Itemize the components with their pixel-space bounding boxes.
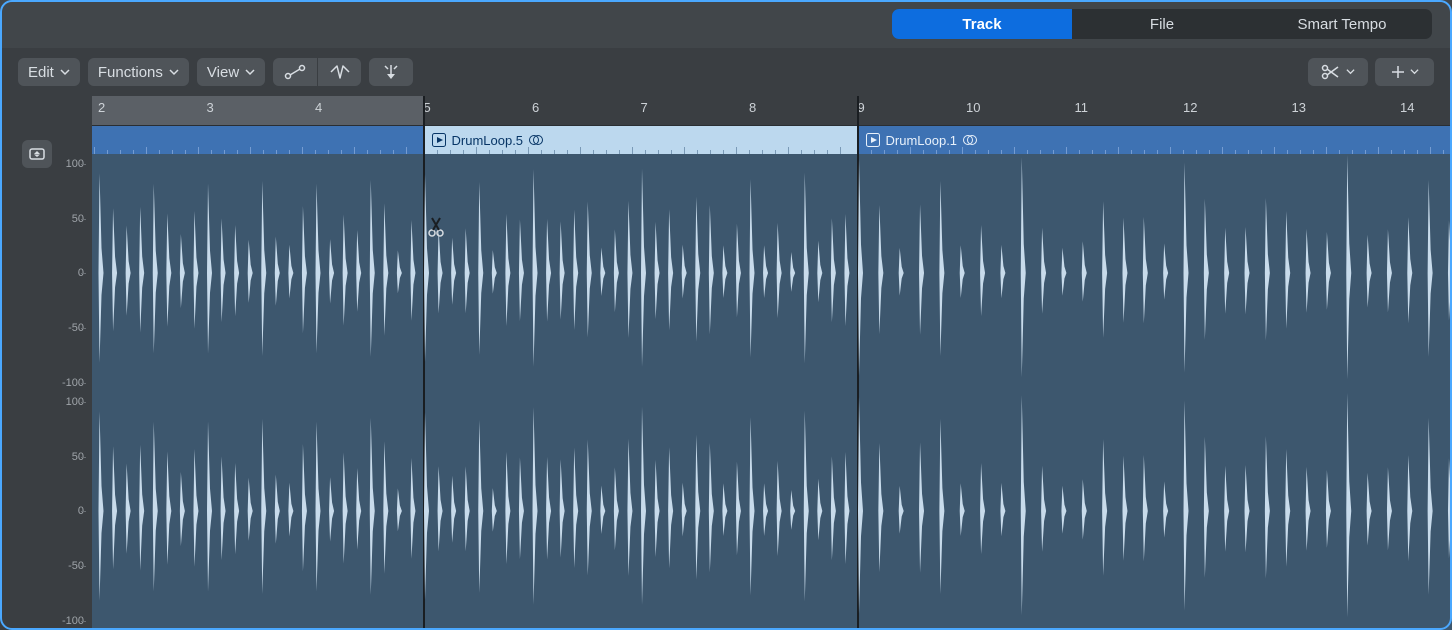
editor-toolbar: Edit Functions View xyxy=(0,48,1452,96)
region-name-label: DrumLoop.1 xyxy=(886,133,958,148)
bar-number: 12 xyxy=(1183,100,1197,115)
functions-menu-label: Functions xyxy=(98,64,163,81)
timeline-area[interactable]: 2 3 4 5 6 7 8 9 10 11 12 13 14 op.4 DrumLoop.5 DrumL… xyxy=(92,96,1452,630)
stereo-icon xyxy=(963,134,977,146)
flex-icon xyxy=(329,64,351,80)
editor-gutter: 100500-50-100100500-50-100 xyxy=(0,96,92,630)
scissors-tool-button[interactable] xyxy=(1308,58,1368,86)
tab-smart-tempo[interactable]: Smart Tempo xyxy=(1252,9,1432,39)
region-body[interactable] xyxy=(858,154,1452,630)
zoom-vertical-icon xyxy=(28,146,46,162)
automation-flex-group xyxy=(273,58,361,86)
bar-number: 7 xyxy=(641,100,648,115)
catch-playhead-icon xyxy=(381,63,401,81)
region-body[interactable] xyxy=(424,154,858,630)
region-header-row: op.4 DrumLoop.5 DrumLoop.1 xyxy=(92,126,1452,154)
audio-track-editor: 100500-50-100100500-50-100 2 3 4 5 6 7 8 9 10 11 1… xyxy=(0,96,1452,630)
region-body[interactable] xyxy=(92,154,424,630)
bar-number: 2 xyxy=(98,100,105,115)
chevron-down-icon xyxy=(60,67,70,77)
editor-tab-group: Track File Smart Tempo xyxy=(892,9,1432,39)
waveform-channel-right xyxy=(92,392,424,630)
bar-number: 10 xyxy=(966,100,980,115)
bar-number: 8 xyxy=(749,100,756,115)
bar-number: 4 xyxy=(315,100,322,115)
region-header[interactable]: DrumLoop.5 xyxy=(424,126,858,154)
waveform-zone[interactable] xyxy=(92,154,1452,630)
region-name-label: DrumLoop.5 xyxy=(452,133,524,148)
stereo-icon xyxy=(529,134,543,146)
catch-playhead-button[interactable] xyxy=(369,58,413,86)
view-menu[interactable]: View xyxy=(197,58,265,86)
functions-menu[interactable]: Functions xyxy=(88,58,189,86)
waveform-channel-left xyxy=(858,154,1452,392)
bar-number: 14 xyxy=(1400,100,1414,115)
automation-icon xyxy=(284,64,306,80)
chevron-down-icon xyxy=(1410,67,1420,77)
chevron-down-icon xyxy=(1346,67,1356,77)
view-menu-label: View xyxy=(207,64,239,81)
chevron-down-icon xyxy=(169,67,179,77)
plus-icon xyxy=(1390,64,1406,80)
bar-number: 6 xyxy=(532,100,539,115)
secondary-tool-button[interactable] xyxy=(1374,58,1434,86)
chevron-down-icon xyxy=(245,67,255,77)
vertical-auto-zoom-button[interactable] xyxy=(22,140,52,168)
waveform-channel-right xyxy=(424,392,858,630)
scissors-icon xyxy=(1320,64,1342,80)
edit-menu-label: Edit xyxy=(28,64,54,81)
tab-track[interactable]: Track xyxy=(892,9,1072,39)
bar-number: 13 xyxy=(1292,100,1306,115)
right-tool-group xyxy=(1308,58,1434,86)
region-header[interactable]: op.4 xyxy=(92,126,424,154)
flex-button[interactable] xyxy=(317,58,361,86)
show-automation-button[interactable] xyxy=(273,58,317,86)
bar-number: 11 xyxy=(1075,100,1089,115)
waveform-channel-left xyxy=(424,154,858,392)
editor-tab-bar: Track File Smart Tempo xyxy=(0,0,1452,48)
edit-menu[interactable]: Edit xyxy=(18,58,80,86)
bar-number: 3 xyxy=(207,100,214,115)
bar-ruler[interactable]: 2 3 4 5 6 7 8 9 10 11 12 13 14 xyxy=(92,96,1452,126)
waveform-channel-left xyxy=(92,154,424,392)
region-play-icon xyxy=(866,133,880,147)
waveform-channel-right xyxy=(858,392,1452,630)
bar-number: 9 xyxy=(858,100,865,115)
region-header[interactable]: DrumLoop.1 xyxy=(858,126,1452,154)
region-play-icon xyxy=(432,133,446,147)
tab-file[interactable]: File xyxy=(1072,9,1252,39)
bar-number: 5 xyxy=(424,100,431,115)
